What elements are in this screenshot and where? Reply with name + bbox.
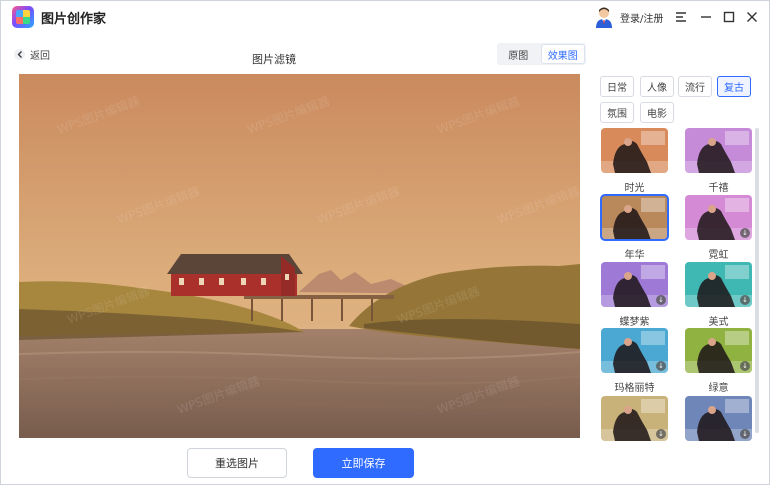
download-icon: ↓: [656, 361, 666, 371]
category-daily[interactable]: 日常: [600, 76, 634, 97]
close-icon: [747, 12, 757, 22]
menu-button[interactable]: [671, 7, 691, 27]
minimize-button[interactable]: [696, 7, 716, 27]
category-atmosphere[interactable]: 氛围: [600, 102, 634, 123]
filter-label: 千禧: [708, 183, 729, 194]
filter-scrollbar[interactable]: [755, 128, 759, 433]
maximize-button[interactable]: [719, 7, 739, 27]
filter-thumbnail[interactable]: ↓: [601, 262, 668, 307]
filter-thumbnail[interactable]: ↓: [685, 396, 752, 441]
save-now-button[interactable]: 立即保存: [313, 448, 414, 478]
filter-label: 蝶梦紫: [619, 317, 650, 328]
preview-image: WPS图片编辑器 WPS图片编辑器 WPS图片编辑器 WPS图片编辑器 WPS图…: [19, 74, 580, 438]
filter-thumbnail[interactable]: [601, 128, 668, 173]
tab-original[interactable]: 原图: [497, 43, 540, 65]
menu-icon: [676, 12, 686, 22]
filter-thumbnail[interactable]: ↓: [601, 328, 668, 373]
app-logo-icon: [12, 6, 34, 28]
filter-label: 美式: [708, 317, 729, 328]
reselect-image-button[interactable]: 重选图片: [187, 448, 287, 478]
back-button[interactable]: 返回: [14, 47, 50, 62]
minimize-icon: [701, 16, 711, 18]
user-avatar-icon[interactable]: [595, 6, 613, 28]
filter-label: 玛格丽特: [614, 383, 655, 394]
download-icon: ↓: [740, 429, 750, 439]
download-icon: ↓: [740, 295, 750, 305]
back-arrow-icon: [14, 49, 25, 60]
back-label: 返回: [30, 51, 50, 62]
category-movie[interactable]: 电影: [640, 102, 674, 123]
filter-thumbnail[interactable]: ↓: [601, 396, 668, 441]
maximize-icon: [723, 11, 735, 23]
filter-label: 年华: [624, 250, 645, 261]
app-window: 图片创作家 登录/注册 返回 图片滤镜 原图 效果图 WPS图片编辑器 WPS图…: [0, 0, 770, 485]
title-bar: 图片创作家 登录/注册: [1, 1, 769, 33]
app-title: 图片创作家: [41, 12, 107, 27]
download-icon: ↓: [656, 295, 666, 305]
download-icon: ↓: [740, 228, 750, 238]
category-retro[interactable]: 复古: [717, 76, 751, 97]
filter-label: 霓虹: [708, 250, 729, 261]
filter-thumbnail[interactable]: ↓: [685, 328, 752, 373]
filter-label: 绿意: [708, 383, 729, 394]
login-register-link[interactable]: 登录/注册: [620, 10, 663, 25]
page-title: 图片滤镜: [252, 53, 296, 66]
filter-thumbnail[interactable]: ↓: [685, 195, 752, 240]
close-button[interactable]: [742, 7, 762, 27]
download-icon: ↓: [740, 361, 750, 371]
filter-thumbnail[interactable]: ↓: [685, 262, 752, 307]
category-portrait[interactable]: 人像: [640, 76, 674, 97]
tab-effect[interactable]: 效果图: [540, 44, 585, 64]
filter-thumbnail[interactable]: [600, 194, 669, 241]
filter-label: 时光: [624, 183, 645, 194]
category-popular[interactable]: 流行: [678, 76, 712, 97]
view-toggle: 原图 效果图: [497, 43, 586, 65]
download-icon: ↓: [656, 429, 666, 439]
filter-thumbnail[interactable]: [685, 128, 752, 173]
